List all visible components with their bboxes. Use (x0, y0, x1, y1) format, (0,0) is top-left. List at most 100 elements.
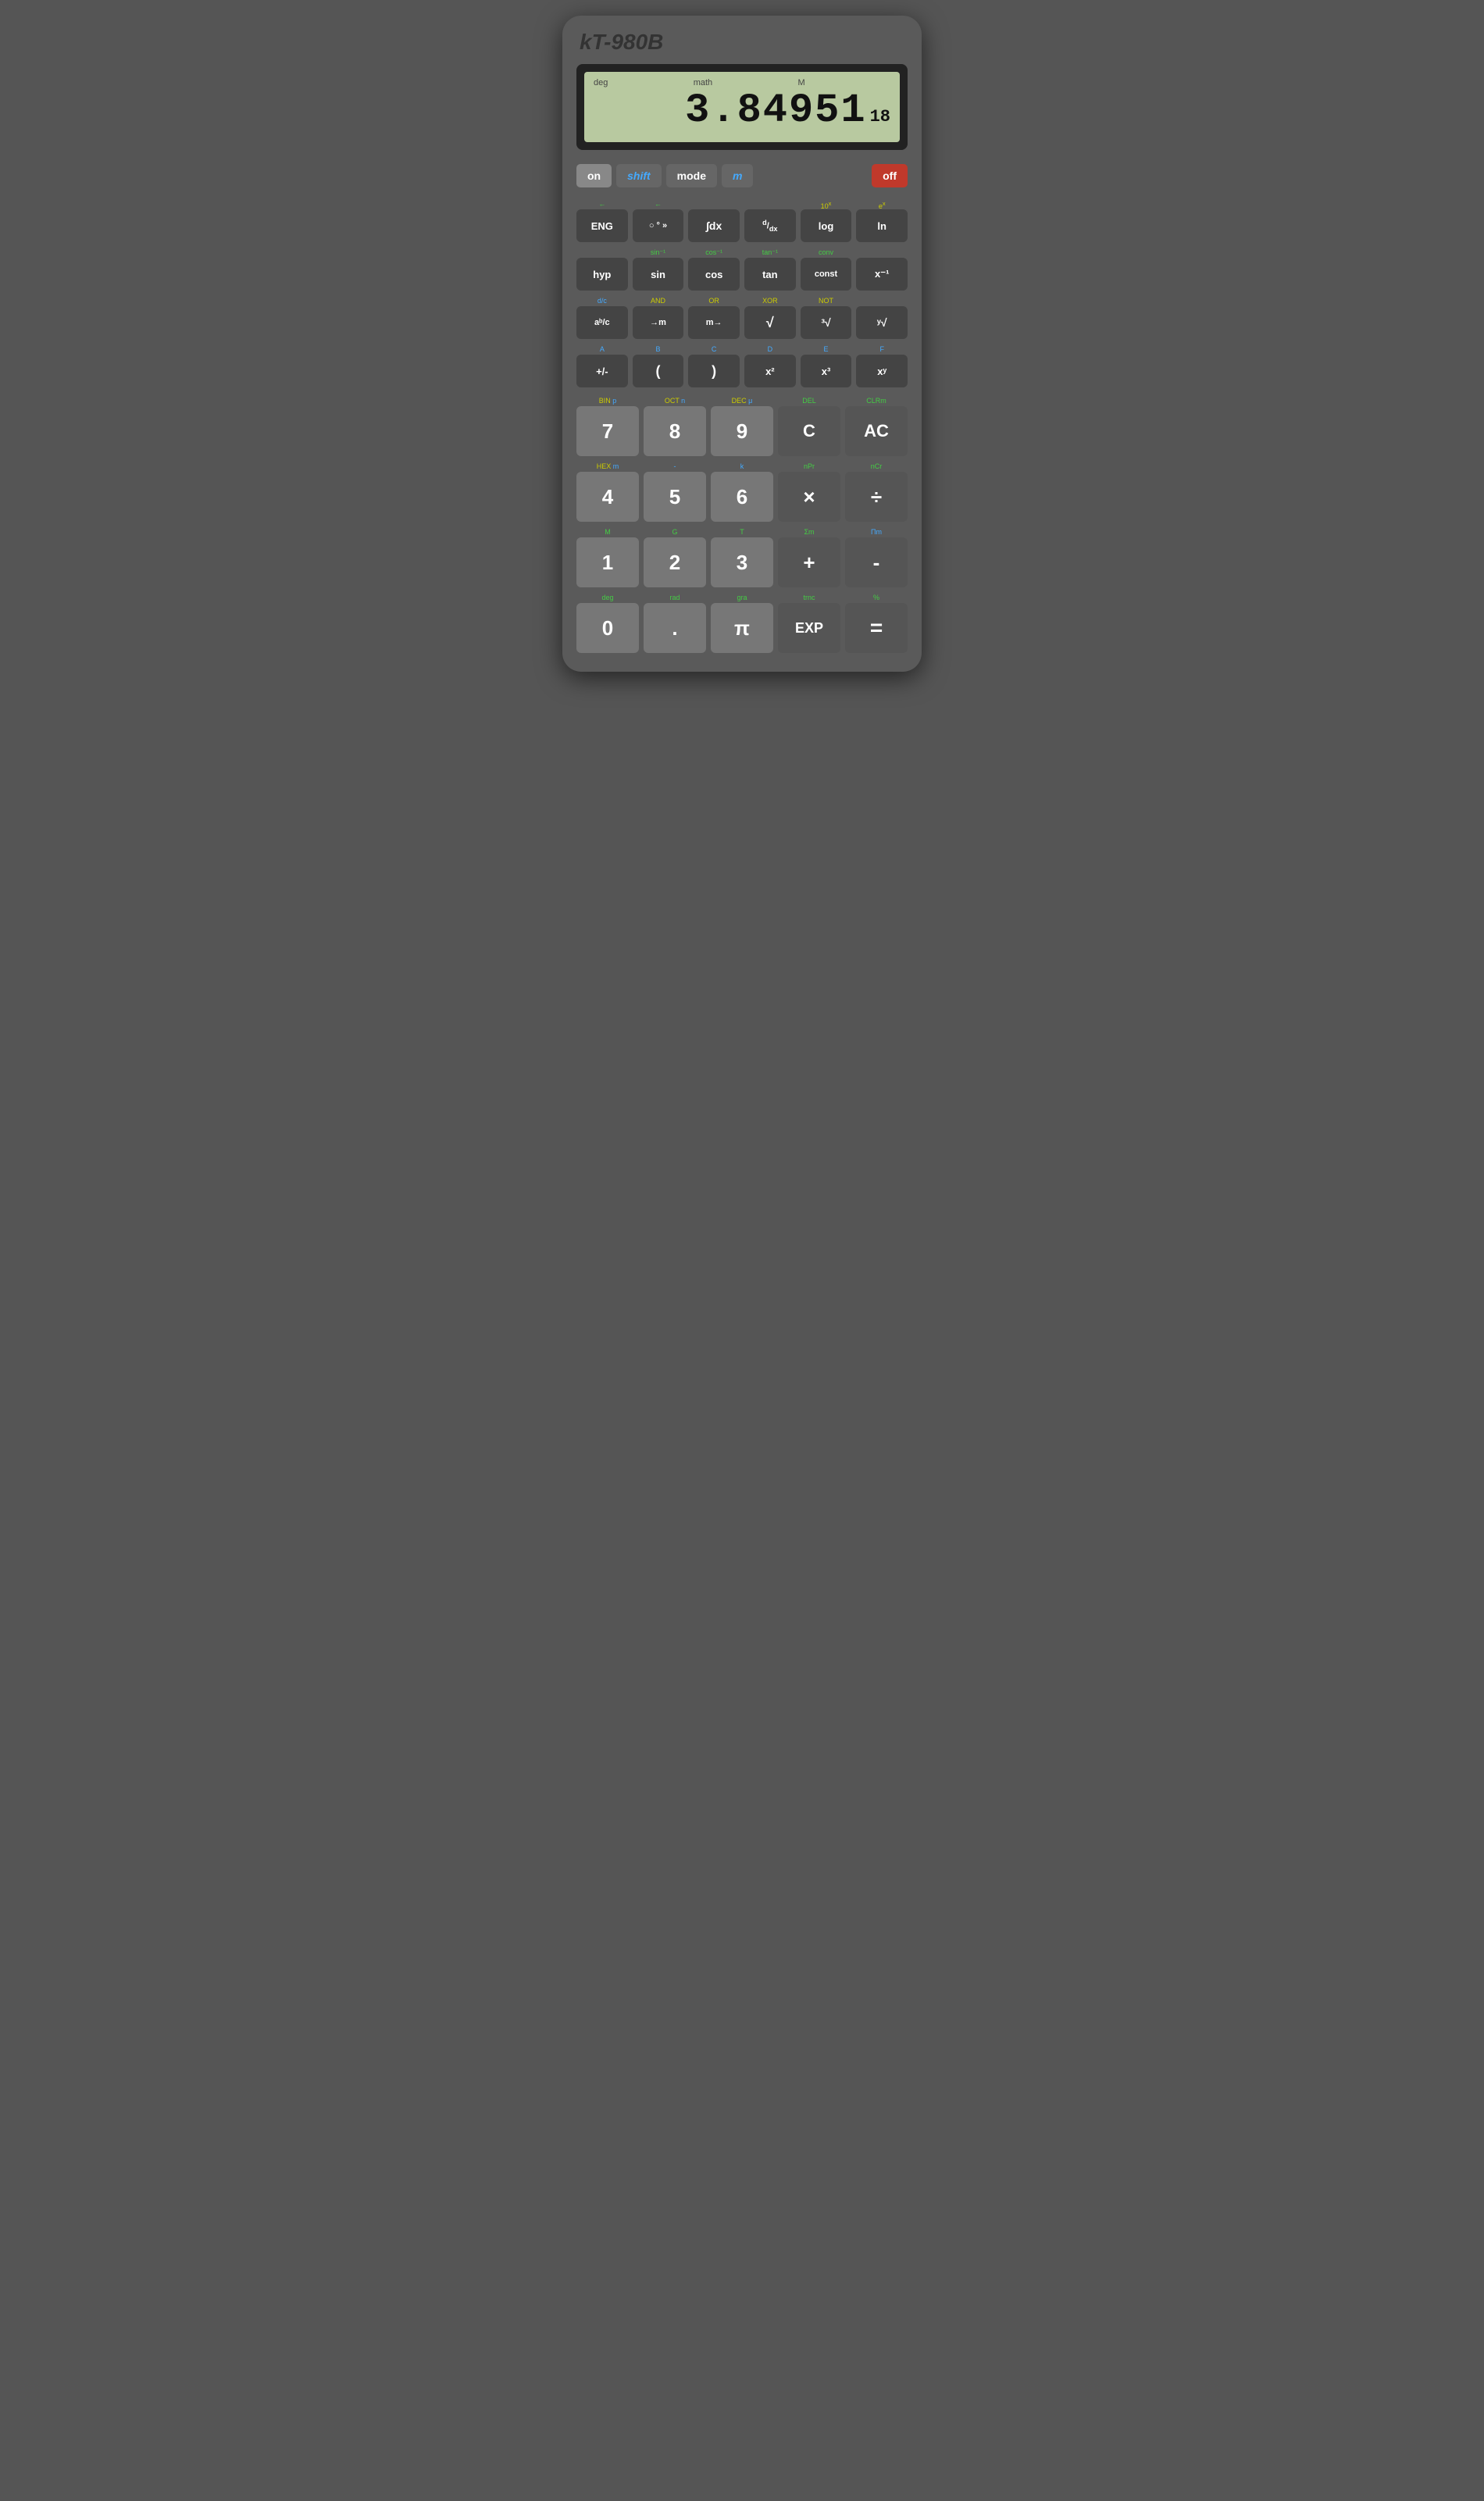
sin-button[interactable]: sin (633, 258, 684, 291)
openparen-button[interactable]: ( (633, 355, 684, 387)
integral-button[interactable]: ∫dx (688, 209, 740, 242)
num-cell-dot: rad . (644, 592, 706, 653)
numpad-row-2: HEX m 4 - 5 k 6 nPr × nCr (576, 461, 908, 522)
indicator-deg: deg (594, 78, 608, 87)
xinv-button[interactable]: x⁻¹ (856, 258, 908, 291)
key-minus[interactable]: - (845, 537, 908, 587)
key-AC[interactable]: AC (845, 406, 908, 456)
key-row-1: ← ENG ← ○ ° » ∫dx d/dx 10x log ex ln (576, 198, 908, 242)
display-outer: deg math M 3.84951 18 (576, 64, 908, 150)
label-closeparen-top: C (688, 344, 740, 355)
key-cell-const: conv const (801, 247, 852, 291)
num-cell-equals: % = (845, 592, 908, 653)
ln-button[interactable]: ln (856, 209, 908, 242)
num-cell-8: OCT n 8 (644, 395, 706, 456)
label-exp-top: trnc (778, 592, 840, 603)
key-5[interactable]: 5 (644, 472, 706, 522)
num-cell-minus: Πm - (845, 526, 908, 587)
key-cell-mto: OR m→ (688, 295, 740, 339)
key-cell-plusminus: A +/- (576, 344, 628, 387)
key-cell-openparen: B ( (633, 344, 684, 387)
cos-button[interactable]: cos (688, 258, 740, 291)
key-0[interactable]: 0 (576, 603, 639, 653)
off-button[interactable]: off (872, 164, 908, 187)
ddx-button[interactable]: d/dx (744, 209, 796, 242)
label-1-top: M (576, 526, 639, 537)
key-C[interactable]: C (778, 406, 840, 456)
key-6[interactable]: 6 (711, 472, 773, 522)
sqrt-button[interactable]: √ (744, 306, 796, 339)
key-times[interactable]: × (778, 472, 840, 522)
key-9[interactable]: 9 (711, 406, 773, 456)
label-6-top: k (711, 461, 773, 472)
display-number: 3.84951 (685, 91, 866, 131)
key-3[interactable]: 3 (711, 537, 773, 587)
key-cell-cos: cos⁻¹ cos (688, 247, 740, 291)
label-plusminus-top: A (576, 344, 628, 355)
hyp-button[interactable]: hyp (576, 258, 628, 291)
shift-button[interactable]: shift (616, 164, 662, 187)
key-cell-tan: tan⁻¹ tan (744, 247, 796, 291)
xsq-button[interactable]: x² (744, 355, 796, 387)
key-equals[interactable]: = (845, 603, 908, 653)
key-4[interactable]: 4 (576, 472, 639, 522)
label-openparen-top: B (633, 344, 684, 355)
key-dot[interactable]: . (644, 603, 706, 653)
label-hyp-top (576, 247, 628, 258)
mto-button[interactable]: m→ (688, 306, 740, 339)
label-mto-top: OR (688, 295, 740, 306)
tan-button[interactable]: tan (744, 258, 796, 291)
key-cell-yrt: ʸ√ (856, 295, 908, 339)
m-button[interactable]: m (722, 164, 753, 187)
key-cell-hyp: hyp (576, 247, 628, 291)
label-xy-top: F (856, 344, 908, 355)
num-cell-times: nPr × (778, 461, 840, 522)
key-row-3: d/c aᵇ/c AND →m OR m→ XOR √ NOT ³√ ʸ√ (576, 295, 908, 339)
num-cell-1: M 1 (576, 526, 639, 587)
label-log-top: 10x (801, 198, 852, 209)
mode-button[interactable]: mode (666, 164, 717, 187)
key-2[interactable]: 2 (644, 537, 706, 587)
display-screen: deg math M 3.84951 18 (584, 72, 900, 142)
closeparen-button[interactable]: ) (688, 355, 740, 387)
yrt-button[interactable]: ʸ√ (856, 306, 908, 339)
label-7-top: BIN p (576, 395, 639, 406)
key-cell-cbrt: NOT ³√ (801, 295, 852, 339)
key-pi[interactable]: π (711, 603, 773, 653)
eng-button[interactable]: ENG (576, 209, 628, 242)
key-cell-integral: ∫dx (688, 198, 740, 242)
key-row-4: A +/- B ( C ) D x² E x³ F xʸ (576, 344, 908, 387)
key-cell-dms: ← ○ ° » (633, 198, 684, 242)
key-plus[interactable]: + (778, 537, 840, 587)
label-divide-top: nCr (845, 461, 908, 472)
key-cell-xinv: x⁻¹ (856, 247, 908, 291)
label-plus-top: Σm (778, 526, 840, 537)
label-equals-top: % (845, 592, 908, 603)
key-cell-tom: AND →m (633, 295, 684, 339)
xcb-button[interactable]: x³ (801, 355, 852, 387)
on-button[interactable]: on (576, 164, 612, 187)
key-row-2: hyp sin⁻¹ sin cos⁻¹ cos tan⁻¹ tan conv c… (576, 247, 908, 291)
log-button[interactable]: log (801, 209, 852, 242)
label-5-top: - (644, 461, 706, 472)
dms-button[interactable]: ○ ° » (633, 209, 684, 242)
abc-button[interactable]: aᵇ/c (576, 306, 628, 339)
key-exp[interactable]: EXP (778, 603, 840, 653)
cbrt-button[interactable]: ³√ (801, 306, 852, 339)
label-cos-top: cos⁻¹ (688, 247, 740, 258)
numpad-row-3: M 1 G 2 T 3 Σm + Πm - (576, 526, 908, 587)
plusminus-button[interactable]: +/- (576, 355, 628, 387)
key-8[interactable]: 8 (644, 406, 706, 456)
num-cell-4: HEX m 4 (576, 461, 639, 522)
key-1[interactable]: 1 (576, 537, 639, 587)
label-4-top: HEX m (576, 461, 639, 472)
key-cell-xsq: D x² (744, 344, 796, 387)
const-button[interactable]: const (801, 258, 852, 291)
xy-button[interactable]: xʸ (856, 355, 908, 387)
key-7[interactable]: 7 (576, 406, 639, 456)
tom-button[interactable]: →m (633, 306, 684, 339)
key-cell-closeparen: C ) (688, 344, 740, 387)
label-sin-top: sin⁻¹ (633, 247, 684, 258)
label-xinv-top (856, 247, 908, 258)
key-divide[interactable]: ÷ (845, 472, 908, 522)
